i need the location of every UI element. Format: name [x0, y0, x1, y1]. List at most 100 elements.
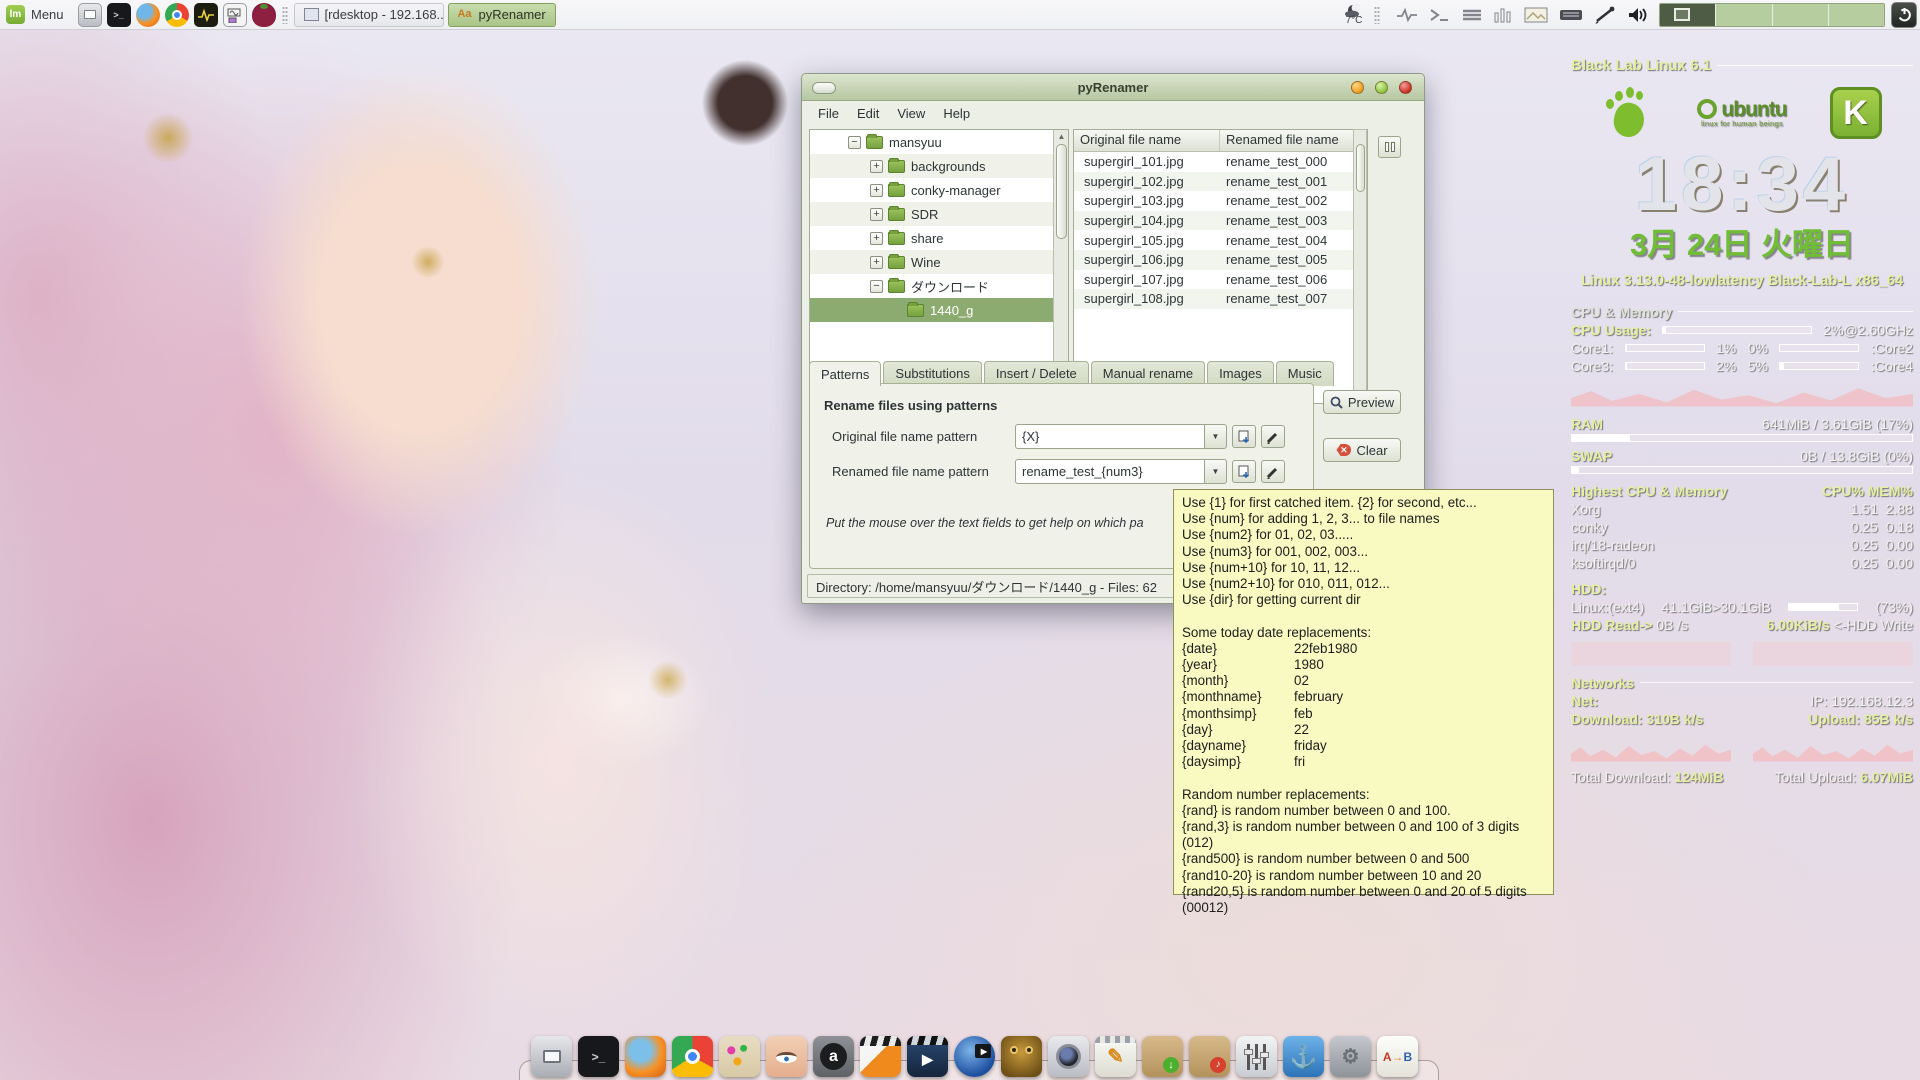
window-menu-button[interactable] — [812, 82, 836, 94]
dock-icon-docky-anchor[interactable]: ⚓ — [1283, 1036, 1324, 1077]
renamed-pattern-input[interactable]: rename_test_{num3} — [1015, 459, 1205, 484]
expand-icon[interactable]: + — [870, 160, 883, 173]
swap-label: SWAP — [1571, 449, 1612, 463]
workspace-2[interactable] — [1716, 4, 1772, 26]
raspberry-pi-icon[interactable] — [252, 3, 276, 27]
tree-vertical-scrollbar[interactable]: ▲ ▼ — [1053, 130, 1068, 398]
edit-pattern-button[interactable] — [1261, 425, 1285, 448]
dock-icon-paint[interactable] — [719, 1036, 760, 1077]
menu-file[interactable]: File — [810, 103, 847, 124]
minimize-button[interactable] — [1351, 81, 1364, 94]
rdesktop-window-icon — [304, 8, 319, 21]
pulse-icon[interactable] — [1396, 7, 1418, 23]
tree-item-backgrounds[interactable]: + backgrounds — [810, 154, 1053, 178]
tree-item-share[interactable]: + share — [810, 226, 1053, 250]
table-row[interactable]: supergirl_103.jpgrename_test_002 — [1074, 191, 1367, 211]
chrome-icon[interactable] — [165, 3, 189, 27]
date: 3月 24日 火曜日 — [1571, 229, 1913, 260]
column-options-button[interactable] — [1378, 136, 1401, 158]
menu-help[interactable]: Help — [935, 103, 978, 124]
file-list-scrollbar[interactable] — [1353, 129, 1367, 404]
menu-button[interactable]: lm Menu — [0, 0, 74, 30]
firefox-icon[interactable] — [136, 3, 160, 27]
menu-edit[interactable]: Edit — [849, 103, 887, 124]
title-bar[interactable]: pyRenamer — [802, 74, 1424, 101]
menu-lines-icon[interactable] — [1462, 8, 1482, 22]
edit-pattern-button[interactable] — [1261, 460, 1285, 483]
dock-icon-video-player[interactable]: ▶ — [907, 1036, 948, 1077]
table-row[interactable]: supergirl_107.jpgrename_test_006 — [1074, 270, 1367, 290]
panel-grip[interactable] — [1374, 6, 1380, 24]
dock-icon-pinta-eye[interactable] — [766, 1036, 807, 1077]
table-row[interactable]: supergirl_108.jpgrename_test_007 — [1074, 289, 1367, 309]
dock-icon-settings-gears[interactable]: ⚙ — [1330, 1036, 1371, 1077]
paste-pattern-button[interactable] — [1232, 460, 1256, 483]
table-row[interactable]: supergirl_102.jpgrename_test_001 — [1074, 172, 1367, 192]
chevron-down-icon[interactable]: ▼ — [1205, 459, 1227, 484]
dock-icon-camera[interactable] — [1048, 1036, 1089, 1077]
signal-generator-icon[interactable] — [223, 3, 247, 27]
original-pattern-input[interactable]: {X} — [1015, 424, 1205, 449]
tree-item-1440g[interactable]: 1440_g — [810, 298, 1053, 322]
keyboard-icon[interactable] — [1559, 9, 1583, 21]
power-button[interactable] — [1891, 2, 1917, 28]
maximize-button[interactable] — [1375, 81, 1388, 94]
paste-pattern-button[interactable] — [1232, 425, 1256, 448]
tree-item-sdr[interactable]: + SDR — [810, 202, 1053, 226]
expand-icon[interactable]: + — [870, 256, 883, 269]
workspace-4[interactable] — [1829, 4, 1884, 26]
stylus-icon[interactable] — [1594, 6, 1616, 24]
taskbar-item-rdesktop[interactable]: [rdesktop - 192.168.... — [294, 3, 444, 27]
panel-grip[interactable] — [282, 6, 288, 24]
tab-patterns[interactable]: Patterns — [809, 361, 881, 386]
dock-icon-mixer[interactable] — [1236, 1036, 1277, 1077]
chart-bars-icon[interactable] — [1493, 7, 1513, 23]
table-row[interactable]: supergirl_106.jpgrename_test_005 — [1074, 250, 1367, 270]
dock-icon-text-editor[interactable]: ✎ — [1095, 1036, 1136, 1077]
file-manager-icon[interactable] — [78, 3, 102, 27]
collapse-icon[interactable]: − — [870, 280, 883, 293]
menu-view[interactable]: View — [889, 103, 933, 124]
tree-item-downloads[interactable]: − ダウンロード — [810, 274, 1053, 298]
expand-icon[interactable]: + — [870, 184, 883, 197]
clear-button[interactable]: ✕ Clear — [1323, 438, 1401, 462]
dock-icon-movie-globe[interactable]: ▶ — [954, 1036, 995, 1077]
dock-icon-openshot[interactable] — [860, 1036, 901, 1077]
preview-button[interactable]: Preview — [1323, 390, 1401, 414]
tree-item-wine[interactable]: + Wine — [810, 250, 1053, 274]
table-row[interactable]: supergirl_105.jpgrename_test_004 — [1074, 230, 1367, 250]
dock-icon-translator[interactable]: A→B — [1377, 1036, 1418, 1077]
table-row[interactable]: supergirl_104.jpgrename_test_003 — [1074, 211, 1367, 231]
dock-icon-package-installer[interactable]: ↓ — [1142, 1036, 1183, 1077]
table-row[interactable]: supergirl_101.jpgrename_test_000 — [1074, 152, 1367, 172]
close-button[interactable] — [1399, 81, 1412, 94]
workspace-1[interactable] — [1660, 4, 1716, 26]
column-original[interactable]: Original file name — [1074, 130, 1220, 151]
workspace-3[interactable] — [1773, 4, 1829, 26]
dock-icon-firefox[interactable] — [625, 1036, 666, 1077]
dock-icon-owl-app[interactable] — [1001, 1036, 1042, 1077]
image-icon[interactable] — [1524, 7, 1548, 23]
column-renamed[interactable]: Renamed file name — [1220, 130, 1367, 151]
gnome-logo-icon — [1602, 87, 1654, 139]
window-outline — [1674, 8, 1690, 21]
prompt-icon[interactable] — [1429, 8, 1451, 22]
tree-item-mansyuu[interactable]: − mansyuu — [810, 130, 1053, 154]
dock-icon-amarok[interactable]: a — [813, 1036, 854, 1077]
dock-icon-file-manager[interactable] — [531, 1036, 572, 1077]
net-download: Download: 310B k/s — [1571, 712, 1703, 726]
expand-icon[interactable]: + — [870, 208, 883, 221]
terminal-icon[interactable]: >_ — [107, 3, 131, 27]
expand-icon[interactable]: + — [870, 232, 883, 245]
dock-icon-terminal[interactable]: >_ — [578, 1036, 619, 1077]
hdd-write-graph — [1753, 642, 1913, 666]
weather-applet[interactable]: 7°C — [1344, 4, 1364, 26]
dock-icon-chrome[interactable] — [672, 1036, 713, 1077]
volume-icon[interactable] — [1627, 6, 1649, 24]
collapse-icon[interactable]: − — [848, 136, 861, 149]
dock-icon-package-music[interactable]: ♪ — [1189, 1036, 1230, 1077]
taskbar-item-pyrenamer[interactable]: Aa pyRenamer — [448, 3, 556, 27]
oscilloscope-icon[interactable] — [194, 3, 218, 27]
tree-item-conky-manager[interactable]: + conky-manager — [810, 178, 1053, 202]
chevron-down-icon[interactable]: ▼ — [1205, 424, 1227, 449]
